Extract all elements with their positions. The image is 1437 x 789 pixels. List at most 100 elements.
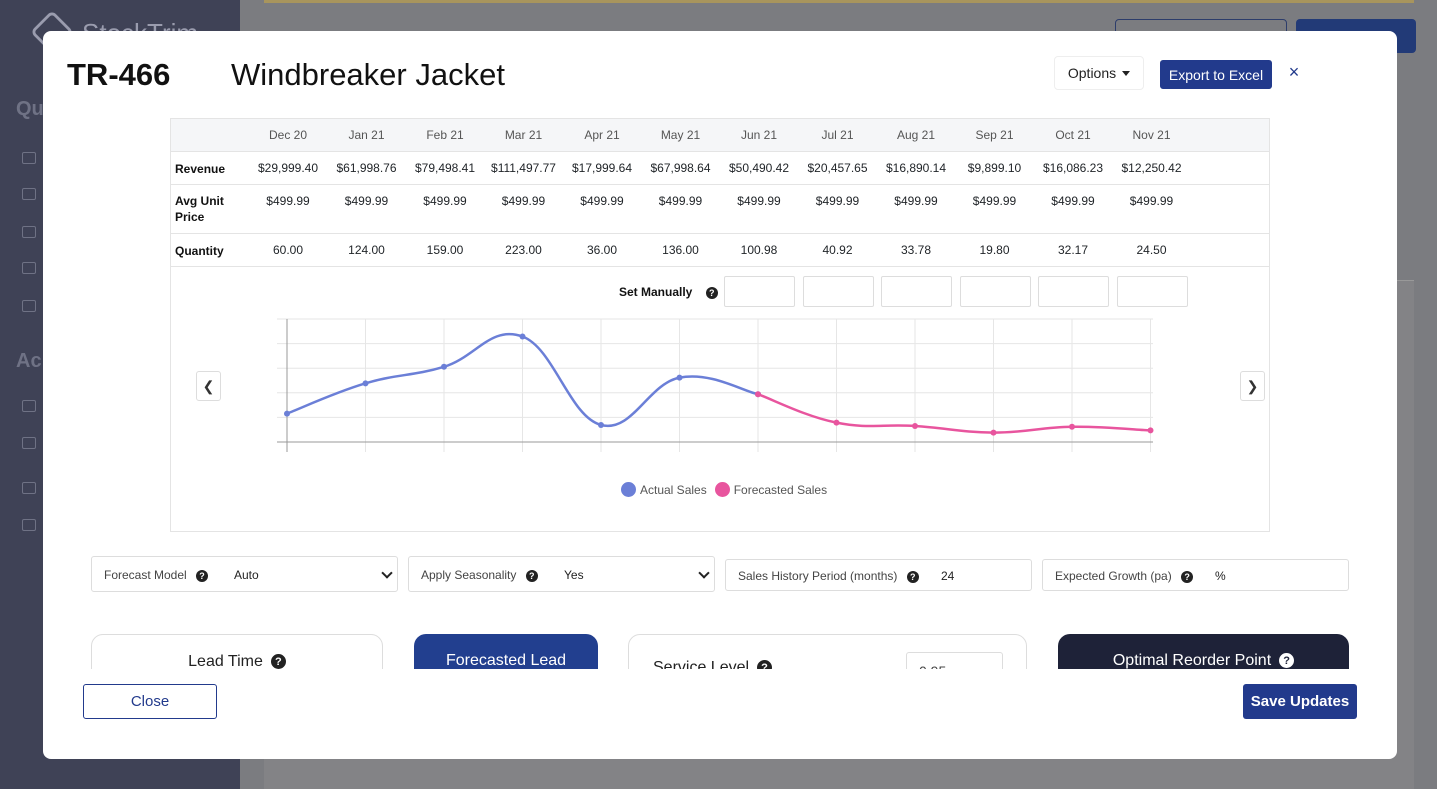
optimal-reorder-label: Optimal Reorder Point <box>1112 652 1272 669</box>
options-dropdown[interactable]: Options <box>1054 56 1144 90</box>
legend-actual-label: Actual Sales <box>640 482 707 497</box>
data-point <box>1147 427 1154 434</box>
lead-time-label: Lead Time <box>188 653 263 669</box>
help-icon[interactable]: ? <box>1181 570 1194 583</box>
table-cell: $499.99 <box>423 194 467 208</box>
data-point <box>833 419 840 426</box>
export-to-excel-button[interactable]: Export to Excel <box>1160 60 1272 89</box>
month-header: Apr 21 <box>584 128 620 142</box>
data-point <box>1069 423 1075 430</box>
month-header: Mar 21 <box>504 128 543 142</box>
optimal-reorder-tile: Optimal Reorder Point? <box>1058 634 1349 669</box>
help-icon[interactable]: ? <box>1279 653 1295 669</box>
row-label: Avg Unit Price <box>175 194 224 224</box>
table-cell: $79,498.41 <box>414 161 476 175</box>
options-label: Options <box>1067 65 1117 81</box>
sidebar-heading-account: Ac <box>16 350 42 372</box>
table-cell: $17,999.64 <box>571 161 633 175</box>
legend-actual-swatch <box>621 482 636 497</box>
table-cell: $499.99 <box>815 194 860 208</box>
forecast-model-value: Auto <box>234 568 259 582</box>
table-cell: 33.78 <box>900 243 932 257</box>
table-cell: $499.99 <box>737 194 781 208</box>
data-point <box>990 429 997 436</box>
forecasted-lead-tile: Forecasted Lead <box>414 634 598 669</box>
month-header: Oct 21 <box>1055 128 1091 142</box>
legend-forecast-swatch <box>714 482 730 497</box>
product-title: Windbreaker Jacket <box>231 57 505 92</box>
modal-body[interactable]: Dec 20 Jan 21 Feb 21 Mar 21 Apr 21 May 21 Jun … <box>43 117 1397 669</box>
forecast-model-select[interactable]: Forecast Model ? Auto <box>91 556 398 592</box>
expected-growth-input[interactable]: Expected Growth (pa) ? % <box>1042 559 1349 591</box>
service-level-label: Service Level <box>653 659 750 669</box>
history-period-input[interactable]: Sales History Period (months) ? 24 <box>725 559 1032 591</box>
chart-next-button[interactable]: ❯ <box>1240 371 1265 401</box>
table-cell: $16,086.23 <box>1042 161 1104 175</box>
table-cell: $16,890.14 <box>885 161 947 175</box>
table-cell: 36.00 <box>586 243 618 257</box>
table-cell: 124.00 <box>348 243 385 257</box>
help-icon[interactable]: ? <box>270 654 286 669</box>
table-cell: $67,998.64 <box>650 161 711 175</box>
help-icon[interactable]: ? <box>525 569 538 582</box>
power-icon <box>22 519 36 531</box>
manual-input-jun[interactable] <box>724 276 795 307</box>
sales-table-card: Dec 20 Jan 21 Feb 21 Mar 21 Apr 21 May 21 Jun … <box>170 118 1270 532</box>
data-point <box>912 423 918 430</box>
data-point <box>755 391 761 398</box>
table-cell: 100.98 <box>740 243 778 257</box>
chart-prev-button[interactable]: ❮ <box>196 371 221 401</box>
manual-input-oct[interactable] <box>1038 276 1109 307</box>
question-icon <box>22 437 36 449</box>
month-header: Nov 21 <box>1132 128 1171 142</box>
sidebar-heading: Qu <box>16 98 44 120</box>
manual-input-sep[interactable] <box>960 276 1031 307</box>
month-header: Dec 20 <box>268 128 308 142</box>
table-cell: $499.99 <box>266 194 310 208</box>
table-cell: $499.99 <box>1051 194 1095 208</box>
help-icon[interactable]: ? <box>906 570 919 583</box>
sync-icon <box>22 188 36 200</box>
table-header: Dec 20 Jan 21 Feb 21 Mar 21 Apr 21 May 21 Jun … <box>171 119 1269 152</box>
expected-growth-label: Expected Growth (pa) ? <box>1055 569 1194 583</box>
data-point <box>519 333 526 340</box>
data-point <box>676 374 683 381</box>
manual-input-nov[interactable] <box>1117 276 1188 307</box>
table-cell: $499.99 <box>1129 194 1174 208</box>
close-button[interactable]: Close <box>83 684 217 719</box>
table-cell: $12,250.42 <box>1121 161 1182 175</box>
table-row-quantity: Quantity 60.00 124.00 159.00 223.00 36.00 136… <box>171 234 1269 267</box>
home-icon <box>22 152 36 164</box>
legend-forecast-label: Forecasted Sales <box>733 482 828 497</box>
data-point <box>284 410 290 417</box>
close-icon[interactable]: × <box>1286 61 1302 83</box>
seasonality-value: Yes <box>564 568 584 582</box>
data-point <box>441 363 447 370</box>
table-cell: 60.00 <box>272 243 304 257</box>
service-level-tile: Service Level? 0.95 <box>628 634 1027 669</box>
wallet-icon <box>22 226 36 238</box>
table-cell: 19.80 <box>979 243 1010 257</box>
table-cell: $20,457.65 <box>807 161 868 175</box>
chevron-left-icon: ❮ <box>202 377 215 394</box>
chevron-right-icon: ❯ <box>1246 377 1259 394</box>
manual-input-aug[interactable] <box>881 276 952 307</box>
table-row-revenue: Revenue $29,999.40 $61,998.76 $79,498.41 $1… <box>171 152 1269 185</box>
table-cell: $499.99 <box>344 194 389 208</box>
save-updates-button[interactable]: Save Updates <box>1243 684 1357 719</box>
data-point <box>362 380 369 387</box>
seasonality-select[interactable]: Apply Seasonality ? Yes <box>408 556 715 592</box>
help-icon[interactable]: ? <box>705 286 718 299</box>
table-cell: 40.92 <box>822 243 853 257</box>
set-manually-text: Set Manually <box>619 285 693 299</box>
data-point <box>598 421 604 428</box>
month-header: May 21 <box>660 128 701 142</box>
table-cell: 24.50 <box>1136 243 1167 257</box>
service-level-input[interactable]: 0.95 <box>906 652 1003 669</box>
help-icon[interactable]: ? <box>196 569 209 582</box>
chevron-down-icon <box>698 567 710 579</box>
manual-input-jul[interactable] <box>803 276 874 307</box>
background-alert-bar <box>264 0 1414 3</box>
series-line-1 <box>757 393 1151 434</box>
help-icon[interactable]: ? <box>757 660 773 669</box>
